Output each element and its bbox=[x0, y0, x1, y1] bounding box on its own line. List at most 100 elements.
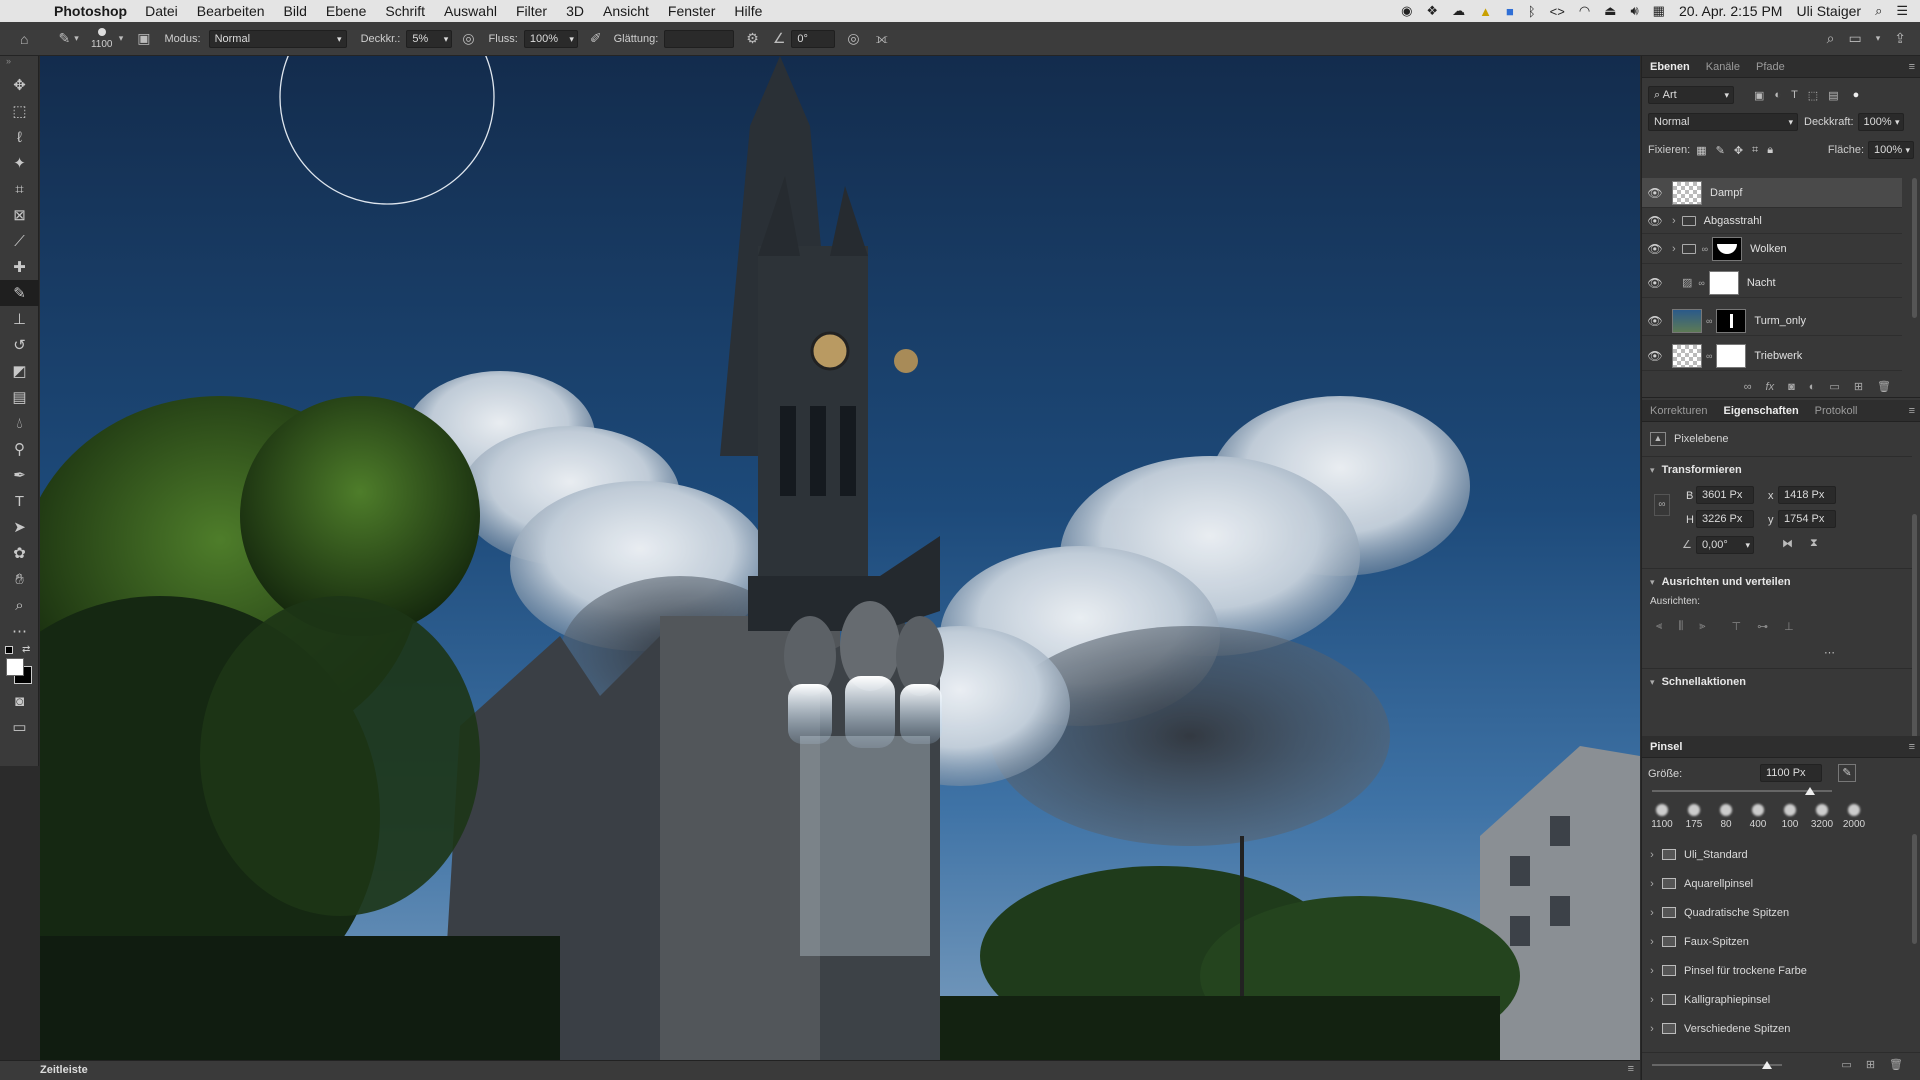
pressure-opacity-icon[interactable]: ◎ bbox=[462, 30, 474, 47]
x-field[interactable]: 1418 Px bbox=[1778, 486, 1836, 504]
eject-icon[interactable]: ⏏ bbox=[1604, 3, 1616, 19]
panel-menu-icon[interactable]: ≡ bbox=[1909, 405, 1915, 417]
brush-preset[interactable]: 1100 bbox=[1646, 804, 1678, 830]
visibility-eye-icon[interactable]: 👁︎ bbox=[1642, 186, 1668, 200]
clone-stamp-tool-icon[interactable]: ⊥ bbox=[0, 306, 39, 332]
new-brush-preset-icon[interactable]: ⊞ bbox=[1866, 1058, 1875, 1071]
gradient-tool-icon[interactable]: ▤ bbox=[0, 384, 39, 410]
clock-datetime[interactable]: 20. Apr. 2:15 PM bbox=[1679, 3, 1783, 19]
bluetooth-icon[interactable]: ᛒ bbox=[1528, 4, 1536, 19]
brush-preset[interactable]: 80 bbox=[1710, 804, 1742, 830]
menu-ebene[interactable]: Ebene bbox=[326, 3, 366, 19]
height-field[interactable]: 3226 Px bbox=[1696, 510, 1754, 528]
filter-smart-object-icon[interactable]: ▤ bbox=[1828, 89, 1838, 102]
marquee-tool-icon[interactable]: ⬚ bbox=[0, 98, 39, 124]
mode-select[interactable]: Normal ▾ bbox=[208, 29, 347, 48]
preview-size-slider[interactable] bbox=[1652, 1060, 1782, 1069]
more-tools-icon[interactable]: ⋯ bbox=[0, 618, 39, 644]
align-center-h-icon[interactable]: ⫼ bbox=[1678, 620, 1683, 633]
visibility-eye-icon[interactable]: 👁︎ bbox=[1642, 276, 1668, 290]
share-icon[interactable]: ⇪ bbox=[1894, 30, 1906, 47]
hand-tool-icon[interactable]: ✋︎ bbox=[0, 566, 39, 592]
chevron-down-icon[interactable]: ▾ bbox=[1650, 577, 1655, 587]
eraser-tool-icon[interactable]: ◩ bbox=[0, 358, 39, 384]
layer-filter-select[interactable]: ⌕ Art ▾ bbox=[1648, 86, 1734, 104]
wifi-icon[interactable]: ◠ bbox=[1579, 3, 1590, 19]
code-icon[interactable]: <> bbox=[1550, 4, 1565, 19]
fill-field[interactable]: 100% ▾ bbox=[1868, 141, 1914, 159]
foreground-color-swatch[interactable] bbox=[6, 658, 24, 676]
layer-row-turm-only[interactable]: 👁︎ ∞ Turm_only bbox=[1642, 306, 1902, 336]
visibility-eye-icon[interactable]: 👁︎ bbox=[1642, 349, 1668, 363]
lock-paint-icon[interactable]: ✎ bbox=[1716, 144, 1725, 157]
align-middle-v-icon[interactable]: ⊶ bbox=[1757, 620, 1768, 633]
menu-bild[interactable]: Bild bbox=[284, 3, 307, 19]
airbrush-icon[interactable]: ✐ bbox=[590, 30, 602, 47]
calendar-icon[interactable]: ▦ bbox=[1653, 3, 1665, 19]
link-layers-icon[interactable]: ∞ bbox=[1744, 381, 1752, 393]
pressure-size-icon[interactable]: ◎ bbox=[847, 30, 859, 47]
new-layer-icon[interactable]: ⊞ bbox=[1854, 380, 1863, 393]
menu-ansicht[interactable]: Ansicht bbox=[603, 3, 649, 19]
opacity-field[interactable]: 5% ▾ bbox=[406, 29, 453, 48]
smoothing-gear-icon[interactable]: ⚙ bbox=[746, 30, 759, 47]
menu-bearbeiten[interactable]: Bearbeiten bbox=[197, 3, 265, 19]
lock-transparency-icon[interactable]: ▦ bbox=[1696, 144, 1706, 157]
chevron-down-icon[interactable]: ▾ bbox=[1876, 33, 1881, 44]
healing-brush-tool-icon[interactable]: ✚ bbox=[0, 254, 39, 280]
align-right-icon[interactable]: ⫸ bbox=[1699, 620, 1705, 633]
visibility-eye-icon[interactable]: 👁︎ bbox=[1642, 242, 1668, 256]
brush-folder-uli-standard[interactable]: › Uli_Standard bbox=[1642, 840, 1902, 869]
path-selection-tool-icon[interactable]: ➤ bbox=[0, 514, 39, 540]
brush-preset[interactable]: 2000 bbox=[1838, 804, 1870, 830]
layer-row-dampf[interactable]: 👁︎ Dampf bbox=[1642, 178, 1902, 208]
panel-menu-icon[interactable]: ≡ bbox=[1909, 61, 1915, 73]
search-icon[interactable]: ⌕ bbox=[1827, 30, 1835, 47]
brush-preset[interactable]: 100 bbox=[1774, 804, 1806, 830]
brushes-scrollbar[interactable] bbox=[1912, 834, 1917, 944]
crop-tool-icon[interactable]: ⌗ bbox=[0, 176, 39, 202]
brush-preset[interactable]: 175 bbox=[1678, 804, 1710, 830]
brush-size-slider[interactable] bbox=[1652, 787, 1832, 795]
frame-tool-icon[interactable]: ⊠ bbox=[0, 202, 39, 228]
new-folder-icon[interactable]: ▭ bbox=[1841, 1058, 1851, 1071]
chevron-down-icon[interactable]: ▾ bbox=[1650, 677, 1655, 687]
document-canvas[interactable] bbox=[40, 56, 1640, 1060]
lock-position-icon[interactable]: ✥ bbox=[1734, 144, 1743, 157]
new-brush-icon[interactable]: ✎ bbox=[1838, 764, 1856, 782]
panel-menu-icon[interactable]: ≡ bbox=[1909, 741, 1915, 753]
brush-preset[interactable]: 3200 bbox=[1806, 804, 1838, 830]
align-left-icon[interactable]: ⫷ bbox=[1656, 620, 1662, 633]
workspace-icon[interactable]: ▭ bbox=[1849, 30, 1862, 47]
y-field[interactable]: 1754 Px bbox=[1778, 510, 1836, 528]
brush-size-slider-thumb[interactable] bbox=[1805, 787, 1816, 795]
default-colors-icon[interactable] bbox=[5, 646, 13, 654]
dodge-tool-icon[interactable]: ⚲ bbox=[0, 436, 39, 462]
align-bottom-icon[interactable]: ⊥ bbox=[1784, 620, 1794, 633]
quick-mask-icon[interactable]: ◙ bbox=[0, 688, 39, 714]
tab-eigenschaften[interactable]: Eigenschaften bbox=[1715, 405, 1806, 417]
user-name[interactable]: Uli Staiger bbox=[1796, 3, 1861, 19]
tab-protokoll[interactable]: Protokoll bbox=[1807, 405, 1866, 417]
menu-hilfe[interactable]: Hilfe bbox=[734, 3, 762, 19]
app-badge-icon[interactable]: ■ bbox=[1506, 4, 1514, 19]
menu-filter[interactable]: Filter bbox=[516, 3, 547, 19]
brush-preset[interactable]: 400 bbox=[1742, 804, 1774, 830]
flip-horizontal-icon[interactable]: ⧓ bbox=[1782, 537, 1793, 550]
more-options-icon[interactable]: ⋯ bbox=[1824, 646, 1835, 659]
chevron-down-icon[interactable]: ▾ bbox=[1650, 465, 1655, 475]
menu-fenster[interactable]: Fenster bbox=[668, 3, 715, 19]
panel-menu-icon[interactable]: ≡ bbox=[1628, 1063, 1634, 1075]
new-adjustment-icon[interactable]: ◐ bbox=[1809, 381, 1816, 393]
shape-tool-icon[interactable]: ✿ bbox=[0, 540, 39, 566]
menu-auswahl[interactable]: Auswahl bbox=[444, 3, 497, 19]
menu-schrift[interactable]: Schrift bbox=[385, 3, 425, 19]
chevron-right-icon[interactable]: › bbox=[1672, 215, 1676, 227]
filter-type-icon[interactable]: T bbox=[1791, 89, 1798, 101]
link-dimensions-icon[interactable]: ∞ bbox=[1654, 494, 1670, 516]
layer-opacity-field[interactable]: 100% ▾ bbox=[1857, 113, 1904, 131]
add-mask-icon[interactable]: ◙ bbox=[1788, 381, 1795, 393]
control-center-icon[interactable]: ☰ bbox=[1896, 3, 1908, 19]
tab-pinsel[interactable]: Pinsel bbox=[1642, 741, 1690, 753]
dropbox-icon[interactable]: ❖ bbox=[1426, 3, 1438, 19]
